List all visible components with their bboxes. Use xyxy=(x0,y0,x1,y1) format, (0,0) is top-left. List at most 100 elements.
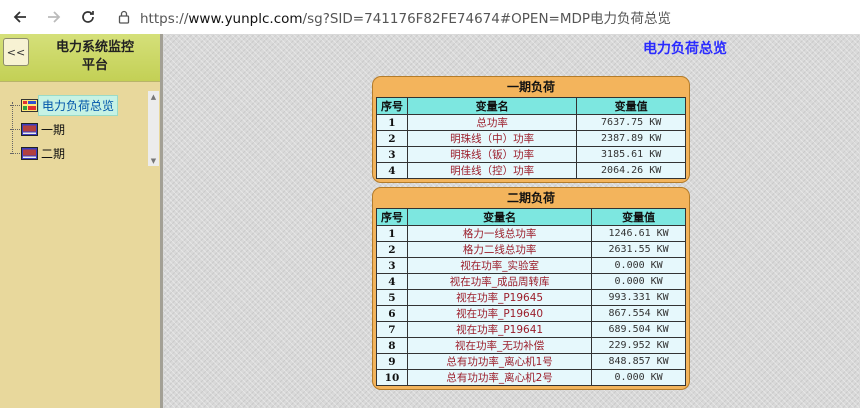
variable-value: 2631.55 KW xyxy=(591,241,686,258)
variable-name: 格力一线总功率 xyxy=(406,225,593,242)
sidebar-header: << 电力系统监控 平台 xyxy=(0,34,160,82)
table-row: 9 总有功功率_离心机1号 848.857 KW xyxy=(376,353,686,370)
phase2-table: 序号 变量名 变量值 1 格力一线总功率 1246.61 KW 2 格力二线总功率 263… xyxy=(376,208,686,386)
table-row: 1 格力一线总功率 1246.61 KW xyxy=(376,225,686,242)
table-row: 4 视在功率_成品周转库 0.000 KW xyxy=(376,273,686,290)
row-index: 8 xyxy=(376,337,408,354)
variable-name: 明珠线（钣）功率 xyxy=(406,146,578,163)
row-index: 6 xyxy=(376,305,408,322)
nav-item-label: 电力负荷总览 xyxy=(38,94,119,116)
page-title: 电力负荷总览 xyxy=(643,41,727,57)
variable-value: 867.554 KW xyxy=(591,305,686,322)
app-title: 电力系统监控 平台 xyxy=(30,39,160,75)
nav-item-overview[interactable]: 电力负荷总览 xyxy=(10,94,119,116)
table-row: 4 明佳线（控）功率 2064.26 KW xyxy=(376,162,686,179)
table-row: 2 明珠线（中）功率 2387.89 KW xyxy=(376,130,686,147)
row-index: 3 xyxy=(376,257,408,274)
table-header-row: 序号 变量名 变量值 xyxy=(376,97,686,115)
row-index: 2 xyxy=(376,130,408,147)
header-name: 变量名 xyxy=(406,97,578,115)
row-index: 4 xyxy=(376,273,408,290)
phase1-table: 序号 变量名 变量值 1 总功率 7637.75 KW 2 明珠线（中）功率 2387.8… xyxy=(376,97,686,179)
row-index: 9 xyxy=(376,353,408,370)
scroll-down-icon[interactable]: ▼ xyxy=(148,155,159,166)
browser-toolbar: https://www.yunplc.com/sg?SID=741176F82F… xyxy=(0,0,860,35)
app-title-line2: 平台 xyxy=(81,58,108,73)
monitor-icon xyxy=(21,122,38,136)
table-row: 10 总有功功率_离心机2号 0.000 KW xyxy=(376,369,686,386)
variable-value: 2064.26 KW xyxy=(576,162,686,179)
header-value: 变量值 xyxy=(576,97,686,115)
nav-item-label: 二期 xyxy=(41,146,66,161)
table-header-row: 序号 变量名 变量值 xyxy=(376,208,686,226)
table-row: 5 视在功率_P19645 993.331 KW xyxy=(376,289,686,306)
variable-value: 848.857 KW xyxy=(591,353,686,370)
forward-button[interactable] xyxy=(40,3,68,31)
variable-name: 视在功率_成品周转库 xyxy=(406,273,593,290)
header-name: 变量名 xyxy=(406,208,593,226)
header-idx: 序号 xyxy=(376,97,408,115)
table-row: 7 视在功率_P19641 689.504 KW xyxy=(376,321,686,338)
tree-scrollbar[interactable]: ▲ ▼ xyxy=(148,91,159,166)
nav-item-phase1[interactable]: 一期 xyxy=(10,120,68,138)
variable-value: 689.504 KW xyxy=(591,321,686,338)
url-host: www.yunplc.com xyxy=(188,11,303,27)
variable-name: 视在功率_P19640 xyxy=(406,305,593,322)
row-index: 4 xyxy=(376,162,408,179)
variable-name: 视在功率_P19645 xyxy=(406,289,593,306)
nav-tree: 电力负荷总览 一期 二期 xyxy=(0,92,148,204)
variable-name: 视在功率_实验室 xyxy=(406,257,593,274)
scroll-up-icon[interactable]: ▲ xyxy=(148,91,159,102)
table-row: 3 视在功率_实验室 0.000 KW xyxy=(376,257,686,274)
variable-name: 总功率 xyxy=(406,114,578,131)
nav-item-label: 一期 xyxy=(41,122,66,137)
table-row: 1 总功率 7637.75 KW xyxy=(376,114,686,131)
row-index: 1 xyxy=(376,114,408,131)
row-index: 2 xyxy=(376,241,408,258)
phase2-panel: 二期负荷 序号 变量名 变量值 1 格力一线总功率 1246.61 KW 2 格力二线总… xyxy=(372,187,690,390)
sidebar: << 电力系统监控 平台 电力负荷总览 一期 二期 ▲ ▼ xyxy=(0,34,163,408)
variable-value: 7637.75 KW xyxy=(576,114,686,131)
variable-name: 总有功功率_离心机2号 xyxy=(406,369,593,386)
url-path: /sg?SID=741176F82FE74674#OPEN=MDP电力负荷总览 xyxy=(302,11,672,27)
back-button[interactable] xyxy=(6,3,34,31)
variable-name: 明珠线（中）功率 xyxy=(406,130,578,147)
variable-name: 格力二线总功率 xyxy=(406,241,593,258)
row-index: 10 xyxy=(376,369,408,386)
arrow-right-icon xyxy=(48,11,61,23)
row-index: 7 xyxy=(376,321,408,338)
table-row: 6 视在功率_P19640 867.554 KW xyxy=(376,305,686,322)
phase1-title: 一期负荷 xyxy=(506,80,555,94)
table-row: 8 视在功率_无功补偿 229.952 KW xyxy=(376,337,686,354)
collapse-button[interactable]: << xyxy=(3,38,29,66)
lock-icon[interactable] xyxy=(118,10,130,24)
variable-name: 视在功率_P19641 xyxy=(406,321,593,338)
nav-item-phase2[interactable]: 二期 xyxy=(10,144,68,162)
address-bar[interactable]: https://www.yunplc.com/sg?SID=741176F82F… xyxy=(140,7,671,27)
arrow-left-icon xyxy=(13,11,26,23)
variable-value: 0.000 KW xyxy=(591,369,686,386)
variable-value: 1246.61 KW xyxy=(591,225,686,242)
table-row: 2 格力二线总功率 2631.55 KW xyxy=(376,241,686,258)
variable-name: 总有功功率_离心机1号 xyxy=(406,353,593,370)
variable-name: 视在功率_无功补偿 xyxy=(406,337,593,354)
phase1-panel: 一期负荷 序号 变量名 变量值 1 总功率 7637.75 KW 2 明珠线（中）功率 2… xyxy=(372,76,690,183)
main-canvas: 电力负荷总览 一期负荷 序号 变量名 变量值 1 总功率 7637.75 KW 2 明珠… xyxy=(163,34,860,408)
variable-value: 0.000 KW xyxy=(591,257,686,274)
reload-button[interactable] xyxy=(74,3,102,31)
reload-icon xyxy=(82,11,94,23)
header-value: 变量值 xyxy=(591,208,686,226)
dashboard-icon xyxy=(21,98,38,112)
variable-value: 3185.61 KW xyxy=(576,146,686,163)
variable-value: 993.331 KW xyxy=(591,289,686,306)
header-idx: 序号 xyxy=(376,208,408,226)
variable-name: 明佳线（控）功率 xyxy=(406,162,578,179)
variable-value: 0.000 KW xyxy=(591,273,686,290)
variable-value: 2387.89 KW xyxy=(576,130,686,147)
app-title-line1: 电力系统监控 xyxy=(55,40,134,55)
monitor-icon xyxy=(21,146,38,160)
row-index: 5 xyxy=(376,289,408,306)
url-prefix: https:// xyxy=(140,11,189,27)
row-index: 3 xyxy=(376,146,408,163)
phase2-title: 二期负荷 xyxy=(506,191,555,205)
